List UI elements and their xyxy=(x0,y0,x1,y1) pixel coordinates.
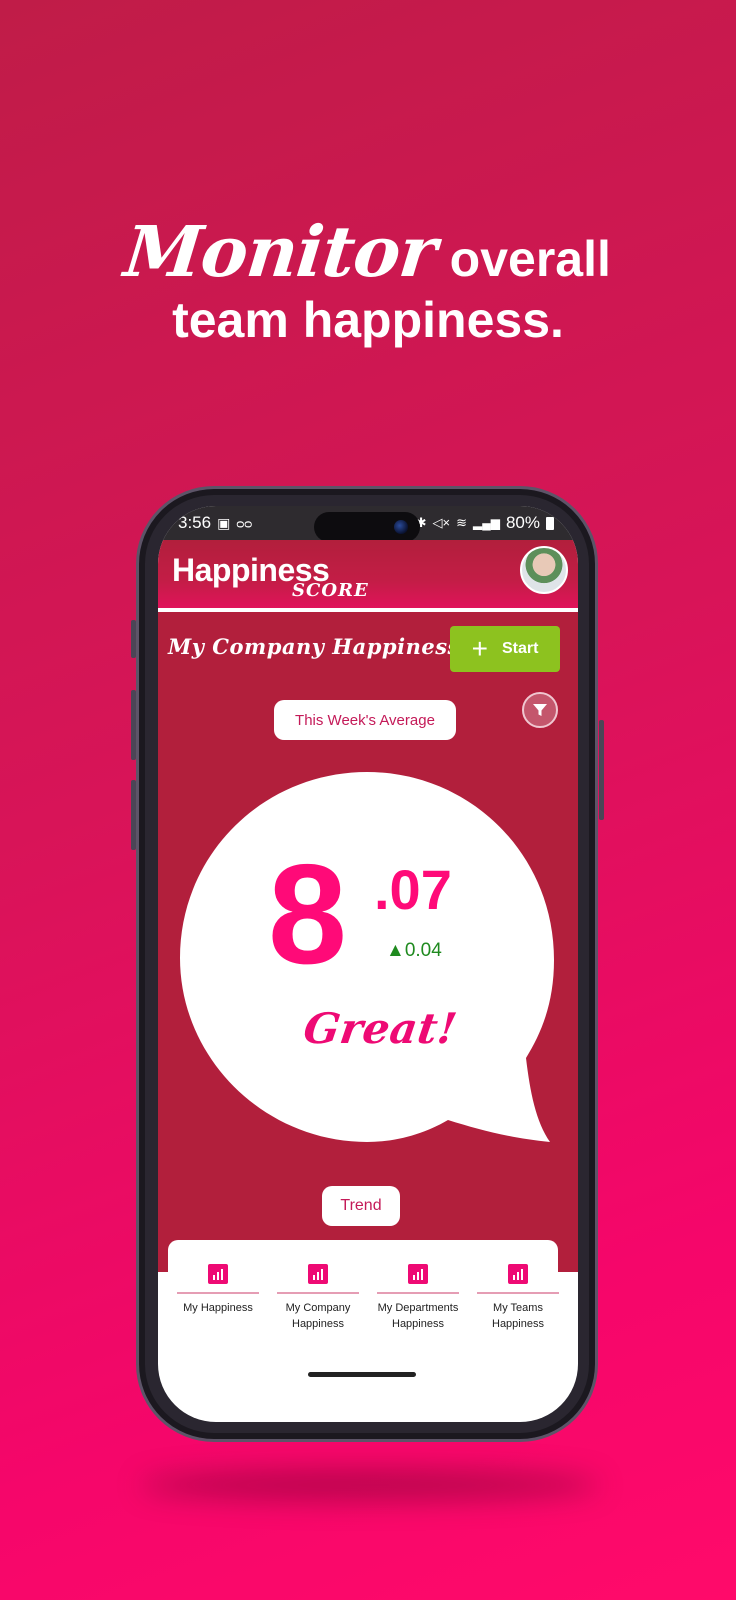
trend-button[interactable]: Trend xyxy=(322,1186,400,1226)
mute-icon: ◁× xyxy=(432,515,451,530)
bar-chart-icon xyxy=(208,1264,228,1284)
image-notification-icon: ▣ xyxy=(217,514,231,531)
bar-chart-icon xyxy=(508,1264,528,1284)
promo-headline: Monitor overall team happiness. xyxy=(0,210,736,349)
home-indicator[interactable] xyxy=(308,1372,416,1377)
headline-script-word: Monitor xyxy=(120,210,441,293)
tab-label: My Teams Happiness xyxy=(492,1302,544,1330)
camera-icon xyxy=(394,520,408,534)
app-logo: Happiness SCORE xyxy=(172,552,368,601)
start-button[interactable]: + Start xyxy=(450,626,560,672)
tab-label: My Happiness xyxy=(183,1302,253,1314)
app-header: Happiness SCORE xyxy=(158,540,578,610)
mood-label: Great! xyxy=(300,1004,461,1053)
period-selector-button[interactable]: This Week's Average xyxy=(274,700,456,740)
voicemail-icon: ᴑᴑ xyxy=(236,515,253,531)
tab-label: My Departments Happiness xyxy=(377,1302,459,1330)
tab-my-company-happiness[interactable]: My Company Happiness xyxy=(268,1240,368,1360)
tab-my-teams-happiness[interactable]: My Teams Happiness xyxy=(468,1240,568,1360)
tab-underline xyxy=(477,1292,559,1294)
bottom-tab-bar: My Happiness My Company Happiness My Dep… xyxy=(168,1240,559,1360)
filter-icon xyxy=(533,704,547,716)
side-button xyxy=(131,780,136,850)
side-button xyxy=(131,690,136,760)
avatar[interactable] xyxy=(520,546,568,594)
tab-label: My Company Happiness xyxy=(285,1302,351,1330)
score-decimal: .07 xyxy=(374,858,452,921)
tab-underline xyxy=(277,1292,359,1294)
headline-line2: team happiness. xyxy=(172,292,564,348)
plus-icon: + xyxy=(471,633,488,664)
side-button xyxy=(131,620,136,658)
bar-chart-icon xyxy=(308,1264,328,1284)
signal-icon: ▂▄▆ xyxy=(473,516,500,530)
logo-subtitle: SCORE xyxy=(292,580,369,601)
battery-percent: 80% xyxy=(505,513,540,532)
bar-chart-icon xyxy=(408,1264,428,1284)
tab-underline xyxy=(177,1292,259,1294)
headline-line1-rest: overall xyxy=(449,231,611,287)
battery-icon xyxy=(546,516,554,530)
side-button xyxy=(599,720,604,820)
score-delta: ▲0.04 xyxy=(386,940,442,961)
filter-button[interactable] xyxy=(522,692,558,728)
arrow-up-icon: ▲ xyxy=(386,940,405,961)
tab-underline xyxy=(377,1292,459,1294)
company-happiness-panel: My Company Happiness + Start This Week's… xyxy=(158,612,578,1272)
start-button-label: Start xyxy=(501,640,539,657)
phone-screen: 3:56 ▣ ᴑᴑ ✱ ◁× ≋ ▂▄▆ 80% Happiness SCORE… xyxy=(158,506,578,1422)
tab-my-departments-happiness[interactable]: My Departments Happiness xyxy=(368,1240,468,1360)
score-speech-bubble xyxy=(180,772,554,1142)
dynamic-island xyxy=(314,512,420,542)
page-title: My Company Happiness xyxy=(168,634,460,659)
wifi-icon: ≋ xyxy=(456,515,467,530)
tab-my-happiness[interactable]: My Happiness xyxy=(168,1240,268,1360)
status-time: 3:56 xyxy=(178,513,212,532)
score-integer: 8 xyxy=(268,835,347,994)
phone-shadow xyxy=(140,1470,600,1500)
